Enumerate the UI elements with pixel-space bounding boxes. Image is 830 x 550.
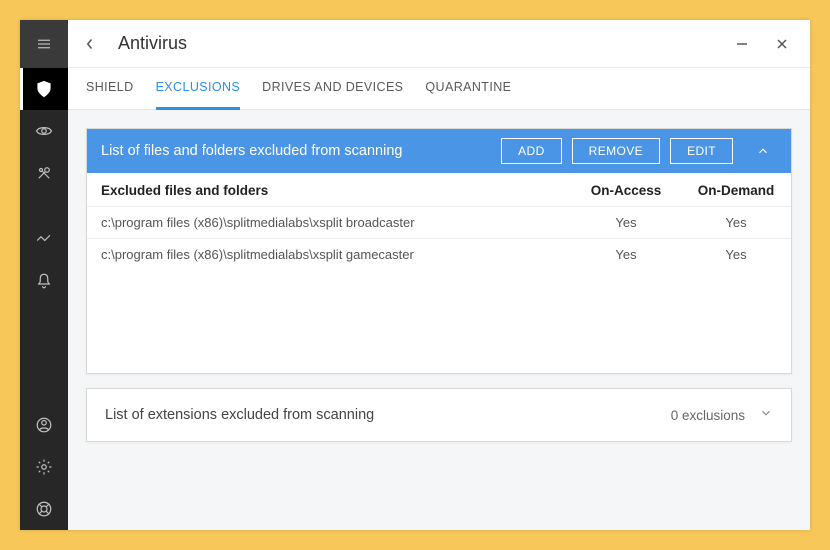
tab-exclusions[interactable]: EXCLUSIONS <box>156 68 241 110</box>
sidebar-item-notifications[interactable] <box>20 260 68 302</box>
cell-path: c:\program files (x86)\splitmedialabs\xs… <box>87 207 571 239</box>
close-button[interactable] <box>762 20 802 68</box>
sidebar-item-protection[interactable]: B <box>20 68 68 110</box>
tab-shield[interactable]: SHIELD <box>86 68 134 110</box>
col-demand-header: On-Demand <box>681 173 791 207</box>
svg-text:B: B <box>41 84 46 93</box>
edit-button[interactable]: EDIT <box>670 138 733 164</box>
eye-icon <box>35 122 53 140</box>
extensions-panel-header[interactable]: List of extensions excluded from scannin… <box>87 389 791 441</box>
col-path-header: Excluded files and folders <box>87 173 571 207</box>
menu-toggle[interactable] <box>20 20 68 68</box>
table-row[interactable]: c:\program files (x86)\splitmedialabs\xs… <box>87 239 791 271</box>
page-title: Antivirus <box>118 33 187 54</box>
sidebar-item-privacy[interactable] <box>20 110 68 152</box>
chevron-up-icon <box>756 144 770 158</box>
collapse-files-panel[interactable] <box>749 144 777 158</box>
sidebar-item-settings[interactable] <box>20 446 68 488</box>
files-panel-title: List of files and folders excluded from … <box>101 143 491 159</box>
extensions-exclusions-panel: List of extensions excluded from scannin… <box>86 388 792 442</box>
table-row[interactable]: c:\program files (x86)\splitmedialabs\xs… <box>87 207 791 239</box>
cell-path: c:\program files (x86)\splitmedialabs\xs… <box>87 239 571 271</box>
extensions-panel-title: List of extensions excluded from scannin… <box>105 407 671 423</box>
tab-quarantine[interactable]: QUARANTINE <box>425 68 511 110</box>
col-access-header: On-Access <box>571 173 681 207</box>
lifebuoy-icon <box>35 500 53 518</box>
cell-access: Yes <box>571 207 681 239</box>
files-panel-header: List of files and folders excluded from … <box>87 129 791 173</box>
extensions-count: 0 exclusions <box>671 408 745 423</box>
chevron-down-icon <box>759 406 773 420</box>
close-icon <box>776 38 788 50</box>
expand-extensions-panel[interactable] <box>759 406 773 425</box>
gear-icon <box>35 458 53 476</box>
sidebar: B <box>20 20 68 530</box>
cell-demand: Yes <box>681 239 791 271</box>
files-exclusions-panel: List of files and folders excluded from … <box>86 128 792 374</box>
sidebar-item-tools[interactable] <box>20 152 68 194</box>
activity-icon <box>35 230 53 248</box>
cell-demand: Yes <box>681 207 791 239</box>
remove-button[interactable]: REMOVE <box>572 138 660 164</box>
minimize-icon <box>736 38 748 50</box>
user-icon <box>35 416 53 434</box>
sidebar-item-activity[interactable] <box>20 218 68 260</box>
minimize-button[interactable] <box>722 20 762 68</box>
tools-icon <box>35 164 53 182</box>
files-panel-body: Excluded files and folders On-Access On-… <box>87 173 791 373</box>
tabs: SHIELD EXCLUSIONS DRIVES AND DEVICES QUA… <box>68 68 810 110</box>
chevron-left-icon <box>81 35 99 53</box>
add-button[interactable]: ADD <box>501 138 562 164</box>
app-window: B <box>20 20 810 530</box>
hamburger-icon <box>35 35 53 53</box>
content: List of files and folders excluded from … <box>68 110 810 530</box>
tab-drives-and-devices[interactable]: DRIVES AND DEVICES <box>262 68 403 110</box>
sidebar-item-account[interactable] <box>20 404 68 446</box>
bell-icon <box>35 272 53 290</box>
sidebar-item-support[interactable] <box>20 488 68 530</box>
exclusions-table: Excluded files and folders On-Access On-… <box>87 173 791 270</box>
titlebar: Antivirus <box>68 20 810 68</box>
shield-b-icon: B <box>35 80 53 98</box>
cell-access: Yes <box>571 239 681 271</box>
back-button[interactable] <box>68 20 112 68</box>
main-area: Antivirus SHIELD EXCLUSIONS DRIVES AND D… <box>68 20 810 530</box>
